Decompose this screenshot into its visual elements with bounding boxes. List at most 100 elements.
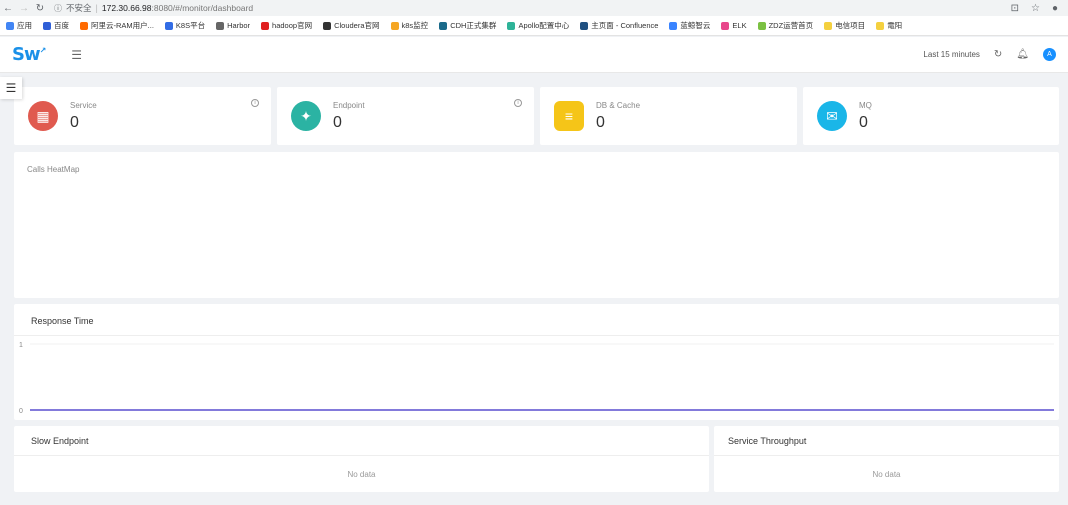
bookmark-icon: [80, 21, 88, 30]
info-icon[interactable]: i: [514, 99, 522, 107]
star-icon[interactable]: ☆: [1031, 3, 1040, 14]
app-header: Sw↗ ☰ Last 15 minutes ↻ 🔔︎ A: [0, 37, 1068, 73]
bookmark-item[interactable]: 電阳: [876, 20, 902, 31]
response-time-chart: 10: [19, 342, 1054, 415]
stat-card-endpoint[interactable]: ✦ Endpoint 0 i: [277, 87, 534, 145]
bell-icon[interactable]: 🔔︎: [1016, 49, 1029, 60]
stat-value: 0: [70, 113, 79, 131]
stat-value: 0: [859, 113, 868, 131]
slow-endpoint-title: Slow Endpoint: [31, 436, 89, 446]
bookmark-item[interactable]: K8S平台: [164, 20, 205, 31]
bookmark-label: Apollo配置中心: [518, 21, 570, 30]
bookmark-label: Harbor: [227, 21, 251, 30]
reload-icon[interactable]: ↻: [32, 3, 48, 14]
grid-icon: ▦: [28, 101, 58, 131]
bookmark-item[interactable]: k8s监控: [390, 20, 429, 31]
refresh-icon[interactable]: ↻: [994, 49, 1002, 60]
bookmark-icon: [876, 21, 885, 30]
logo-text: Sw: [12, 44, 41, 65]
address-bar[interactable]: ⓘ 不安全 | 172.30.66.98:8080/#/monitor/dash…: [54, 1, 253, 15]
divider: |: [95, 3, 98, 13]
response-time-title: Response Time: [31, 316, 94, 326]
bookmark-label: 电信项目: [835, 21, 866, 30]
skywalking-logo[interactable]: Sw↗: [12, 44, 46, 65]
info-icon[interactable]: i: [251, 99, 259, 107]
stat-value: 0: [596, 113, 605, 131]
bookmark-label: hadoop官网: [272, 21, 313, 30]
bookmark-item[interactable]: Cloudera官网: [323, 20, 380, 31]
bookmark-icon: [757, 21, 766, 30]
bookmark-icon: [721, 21, 730, 30]
stat-card-mq[interactable]: ✉ MQ 0: [803, 87, 1059, 145]
stat-label: Service: [70, 100, 97, 110]
bookmark-item[interactable]: 主页面 - Confluence: [580, 20, 658, 31]
time-range-label[interactable]: Last 15 minutes: [923, 50, 979, 59]
stat-value: 0: [333, 113, 342, 131]
stat-card-service[interactable]: ▦ Service 0 i: [14, 87, 271, 145]
bookmark-icon: [261, 21, 270, 30]
bookmark-item[interactable]: 应用: [6, 20, 32, 31]
insecure-label: 不安全: [66, 3, 92, 13]
bookmark-item[interactable]: CDH正式集群: [439, 20, 496, 31]
message-queue-icon: ✉: [817, 101, 847, 131]
service-throughput-panel: Service Throughput No data: [714, 426, 1059, 492]
bookmark-label: 電阳: [887, 21, 903, 30]
bookmark-item[interactable]: hadoop官网: [261, 20, 312, 31]
bookmark-icon: [669, 21, 678, 30]
sidebar-toggle-icon[interactable]: ☰: [0, 77, 22, 99]
bookmark-icon: [580, 21, 589, 30]
info-icon[interactable]: ⓘ: [54, 3, 62, 14]
bookmark-label: 主页面 - Confluence: [591, 21, 659, 30]
stat-label: Endpoint: [333, 100, 365, 110]
avatar[interactable]: A: [1043, 48, 1056, 61]
bookmark-icon: [43, 21, 51, 30]
bookmark-icon: [216, 21, 225, 30]
browser-toolbar: ← → ↻ ⓘ 不安全 | 172.30.66.98:8080/#/monito…: [0, 0, 1068, 16]
url-host: 172.30.66.98: [101, 3, 152, 13]
bookmark-label: ELK: [732, 21, 747, 30]
bookmark-icon: [323, 21, 332, 30]
slow-endpoint-panel: Slow Endpoint No data: [14, 426, 709, 492]
bookmark-icon: [164, 21, 173, 30]
panel-divider: [14, 455, 709, 456]
bookmark-icon: [6, 21, 14, 30]
bookmark-label: ZDZ运营首页: [768, 21, 814, 30]
calls-heatmap-panel: Calls HeatMap: [14, 152, 1059, 298]
bookmark-item[interactable]: Harbor: [216, 21, 250, 30]
bookmark-label: 蓝鲸智云: [680, 21, 711, 30]
bookmark-item[interactable]: ELK: [721, 21, 747, 30]
bookmark-item[interactable]: 电信项目: [824, 20, 865, 31]
bookmark-icon: [824, 21, 833, 30]
bookmark-label: CDH正式集群: [450, 21, 497, 30]
translate-icon[interactable]: ⊡: [1011, 3, 1019, 14]
share-icon: ✦: [291, 101, 321, 131]
bookmark-label: 应用: [17, 21, 32, 30]
bookmark-icon: [439, 21, 448, 30]
bookmark-icon: [507, 21, 516, 30]
stat-label: DB & Cache: [596, 100, 641, 110]
bookmark-item[interactable]: 阿里云-RAM用户...: [80, 20, 154, 31]
url-path: :8080/#/monitor/dashboard: [151, 3, 254, 13]
y-tick-label: 0: [19, 408, 23, 415]
bookmark-item[interactable]: 百度: [43, 20, 69, 31]
menu-fold-icon[interactable]: ☰: [71, 48, 82, 62]
back-icon[interactable]: ←: [0, 3, 16, 14]
bookmark-item[interactable]: 蓝鲸智云: [669, 20, 710, 31]
bookmark-item[interactable]: ZDZ运营首页: [757, 20, 814, 31]
heatmap-title: Calls HeatMap: [27, 165, 80, 174]
bookmarks-bar: 应用 百度 阿里云-RAM用户... K8S平台 Harbor hadoop官网 Cloud…: [0, 16, 1068, 36]
forward-icon[interactable]: →: [16, 3, 32, 14]
bookmark-label: Cloudera官网: [334, 21, 380, 30]
database-icon: ≡: [554, 101, 584, 131]
service-throughput-title: Service Throughput: [728, 436, 807, 446]
bookmark-item[interactable]: Apollo配置中心: [507, 20, 569, 31]
bookmark-label: k8s监控: [401, 21, 429, 30]
panel-divider: [714, 455, 1059, 456]
service-throughput-empty: No data: [872, 470, 901, 479]
y-tick-label: 1: [19, 342, 23, 349]
bookmark-icon: [390, 21, 399, 30]
response-time-panel: Response Time 10: [14, 304, 1059, 420]
stat-card-db-cache[interactable]: ≡ DB & Cache 0: [540, 87, 797, 145]
account-icon[interactable]: ●: [1052, 3, 1058, 14]
slow-endpoint-empty: No data: [347, 470, 376, 479]
